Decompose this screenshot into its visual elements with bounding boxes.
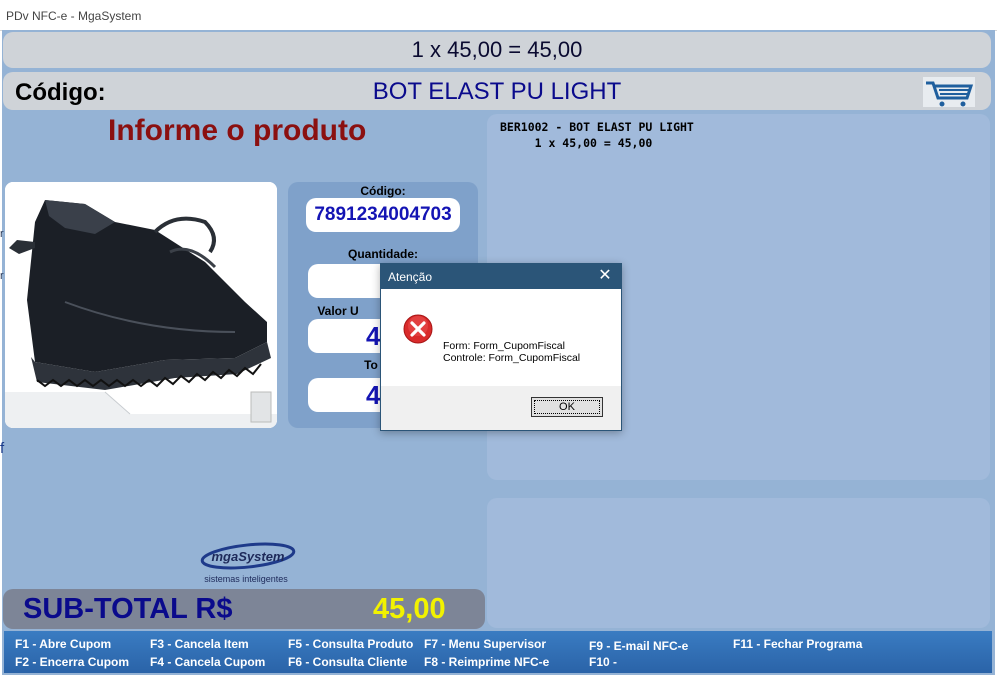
quantidade-label: Quantidade: bbox=[347, 247, 418, 261]
fkey-f10[interactable]: F10 - bbox=[589, 655, 617, 669]
code-bar: Código: BOT ELAST PU LIGHT bbox=[3, 72, 991, 110]
mgasystem-logo: mgaSystem sistemas inteligentes bbox=[196, 540, 296, 586]
edge-fragment: r bbox=[0, 270, 4, 282]
subtotal-bar: SUB-TOTAL R$ 45,00 bbox=[3, 589, 485, 629]
dialog-message-line: Form: Form_CupomFiscal bbox=[443, 340, 565, 352]
edge-fragment: f bbox=[0, 440, 5, 457]
title-bar: PDv NFC-e - MgaSystem bbox=[0, 0, 997, 31]
dialog-message: Form: Form_CupomFiscal Controle: Form_Cu… bbox=[443, 340, 580, 364]
product-name: BOT ELAST PU LIGHT bbox=[372, 78, 622, 105]
dialog-footer: OK bbox=[381, 386, 621, 430]
fkey-f6[interactable]: F6 - Consulta Cliente bbox=[288, 655, 407, 669]
info-panel bbox=[487, 498, 990, 628]
alert-dialog: Atenção ✕ Form: Form_CupomFiscal Control… bbox=[380, 263, 622, 431]
dialog-title-bar: Atenção ✕ bbox=[381, 264, 621, 289]
receipt-line: 1 x 45,00 = 45,00 bbox=[500, 136, 653, 150]
fkey-f11[interactable]: F11 - Fechar Programa bbox=[733, 637, 862, 651]
cart-icon[interactable] bbox=[923, 77, 975, 107]
fkey-f7[interactable]: F7 - Menu Supervisor bbox=[424, 637, 546, 651]
codigo-label: Código: bbox=[360, 184, 406, 198]
ok-button[interactable]: OK bbox=[531, 397, 603, 417]
fkey-f9[interactable]: F9 - E-mail NFC-e bbox=[589, 639, 688, 653]
dialog-message-line: Controle: Form_CupomFiscal bbox=[443, 352, 581, 364]
codigo-input[interactable]: 7891234004703 bbox=[306, 198, 460, 232]
fkey-f3[interactable]: F3 - Cancela Item bbox=[150, 637, 249, 651]
dialog-title: Atenção bbox=[388, 270, 433, 284]
fkey-f4[interactable]: F4 - Cancela Cupom bbox=[150, 655, 265, 669]
edge-fragment: r bbox=[0, 228, 4, 240]
receipt-line: BER1002 - BOT ELAST PU LIGHT bbox=[500, 120, 694, 134]
close-icon[interactable]: ✕ bbox=[595, 266, 615, 286]
fkey-f5[interactable]: F5 - Consulta Produto bbox=[288, 637, 413, 651]
error-icon bbox=[403, 314, 433, 344]
function-key-bar: F1 - Abre Cupom F2 - Encerra Cupom F3 - … bbox=[4, 631, 992, 673]
product-photo bbox=[5, 182, 277, 428]
subtotal-value: 45,00 bbox=[373, 593, 446, 625]
dialog-body: Form: Form_CupomFiscal Controle: Form_Cu… bbox=[381, 289, 621, 386]
subtotal-label: SUB-TOTAL R$ bbox=[23, 593, 233, 625]
shoe-image bbox=[5, 182, 277, 428]
fkey-f2[interactable]: F2 - Encerra Cupom bbox=[15, 655, 129, 669]
fkey-f8[interactable]: F8 - Reimprime NFC-e bbox=[424, 655, 549, 669]
fkey-f1[interactable]: F1 - Abre Cupom bbox=[15, 637, 111, 651]
logo-name: mgaSystem bbox=[212, 549, 285, 564]
prompt-text: Informe o produto bbox=[108, 114, 367, 147]
calc-display: 1 x 45,00 = 45,00 bbox=[3, 32, 991, 68]
logo-tagline: sistemas inteligentes bbox=[204, 574, 288, 584]
window-title: PDv NFC-e - MgaSystem bbox=[6, 9, 142, 23]
